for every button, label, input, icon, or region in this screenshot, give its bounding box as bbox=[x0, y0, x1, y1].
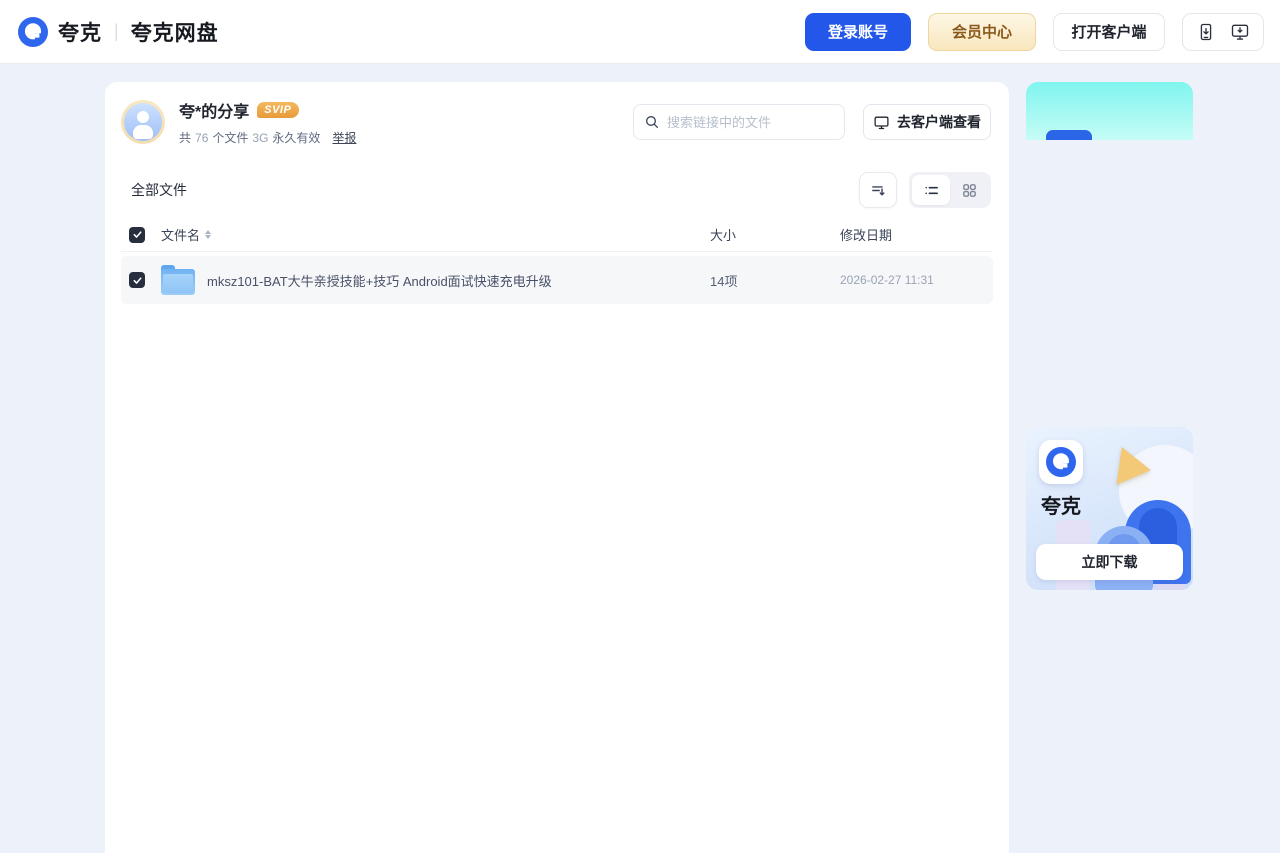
avatar bbox=[121, 100, 165, 144]
play-triangle-icon bbox=[1116, 446, 1154, 490]
search-box[interactable] bbox=[633, 104, 845, 140]
download-now-button[interactable]: 立即下载 bbox=[1036, 544, 1183, 580]
login-button[interactable]: 登录账号 bbox=[805, 12, 911, 51]
checkmark-icon bbox=[133, 231, 141, 238]
monitor-icon bbox=[874, 116, 889, 129]
promo-banner[interactable] bbox=[1026, 82, 1193, 140]
brand-logo-group[interactable]: 夸克 | 夸克网盘 bbox=[18, 16, 219, 47]
meta-prefix: 共 bbox=[179, 131, 192, 145]
view-in-client-label: 去客户端查看 bbox=[897, 114, 981, 130]
file-count: 76 bbox=[195, 130, 209, 145]
grid-view-button[interactable] bbox=[950, 175, 988, 205]
brand-name: 夸克 bbox=[58, 21, 102, 45]
column-header-size[interactable]: 大小 bbox=[710, 225, 840, 244]
sort-order-icon bbox=[871, 185, 885, 195]
share-validity: 永久有效 bbox=[272, 131, 321, 145]
file-name[interactable]: mksz101-BAT大牛亲授技能+技巧 Android面试快速充电升级 bbox=[207, 271, 710, 290]
column-header-modified[interactable]: 修改日期 bbox=[840, 225, 985, 244]
app-download-card[interactable]: 夸克 立即下载 bbox=[1026, 427, 1193, 590]
share-content-card: 夸*的分享 SVIP 共 76 个文件 3G 永久有效 举报 搜索链接中的文件 … bbox=[105, 82, 1009, 853]
sort-arrows-icon bbox=[205, 230, 212, 239]
share-size: 3G bbox=[252, 130, 269, 145]
quark-app-icon bbox=[1039, 440, 1083, 484]
checkmark-icon bbox=[133, 276, 141, 284]
file-size: 14项 bbox=[710, 273, 738, 289]
file-table-header: 文件名 大小 修改日期 bbox=[121, 218, 993, 252]
header-actions: 登录账号 会员中心 打开客户端 bbox=[805, 12, 1264, 51]
file-modified-date: 2026-02-27 11:31 bbox=[840, 273, 934, 287]
top-header: 夸克 | 夸克网盘 登录账号 会员中心 打开客户端 bbox=[0, 0, 1280, 64]
view-mode-toggle bbox=[909, 172, 991, 208]
avatar-person-icon bbox=[124, 103, 162, 141]
share-meta: 共 76 个文件 3G 永久有效 举报 bbox=[179, 129, 356, 146]
file-section-header: 全部文件 bbox=[105, 158, 1009, 218]
promo-banner-graphic bbox=[1046, 130, 1092, 140]
search-icon bbox=[646, 116, 658, 128]
file-row[interactable]: mksz101-BAT大牛亲授技能+技巧 Android面试快速充电升级 14项… bbox=[121, 256, 993, 304]
column-name-label: 文件名 bbox=[161, 228, 201, 243]
desktop-download-icon[interactable] bbox=[1230, 22, 1250, 42]
download-apps-group bbox=[1182, 12, 1264, 51]
grid-view-icon bbox=[962, 183, 976, 197]
share-info: 夸*的分享 SVIP 共 76 个文件 3G 永久有效 举报 bbox=[179, 98, 356, 146]
quark-logo-icon bbox=[18, 16, 48, 47]
report-link[interactable]: 举报 bbox=[332, 129, 356, 146]
share-tools: 去客户端查看 bbox=[633, 104, 991, 140]
svip-badge: SVIP bbox=[257, 102, 300, 118]
share-title: 夸*的分享 bbox=[179, 104, 250, 121]
folder-icon bbox=[161, 265, 195, 295]
sort-button[interactable] bbox=[859, 172, 897, 208]
brand-divider: | bbox=[114, 21, 119, 41]
search-input[interactable] bbox=[667, 114, 827, 130]
row-checkbox[interactable] bbox=[129, 272, 145, 288]
download-card-app-name: 夸克 bbox=[1041, 496, 1081, 518]
column-header-name[interactable]: 文件名 bbox=[161, 225, 710, 244]
view-tools bbox=[859, 172, 991, 208]
list-view-icon bbox=[924, 186, 938, 194]
meta-unit: 个文件 bbox=[212, 131, 249, 145]
product-name: 夸克网盘 bbox=[130, 21, 219, 45]
list-view-button[interactable] bbox=[912, 175, 950, 205]
open-client-button[interactable]: 打开客户端 bbox=[1053, 12, 1165, 51]
right-rail: 夸克 立即下载 bbox=[1026, 82, 1193, 590]
view-in-client-button[interactable]: 去客户端查看 bbox=[863, 104, 991, 140]
phone-download-icon[interactable] bbox=[1196, 22, 1216, 42]
section-title: 全部文件 bbox=[131, 182, 187, 198]
select-all-checkbox[interactable] bbox=[129, 226, 145, 243]
vip-center-button[interactable]: 会员中心 bbox=[928, 12, 1036, 51]
share-header: 夸*的分享 SVIP 共 76 个文件 3G 永久有效 举报 搜索链接中的文件 … bbox=[105, 82, 1009, 158]
